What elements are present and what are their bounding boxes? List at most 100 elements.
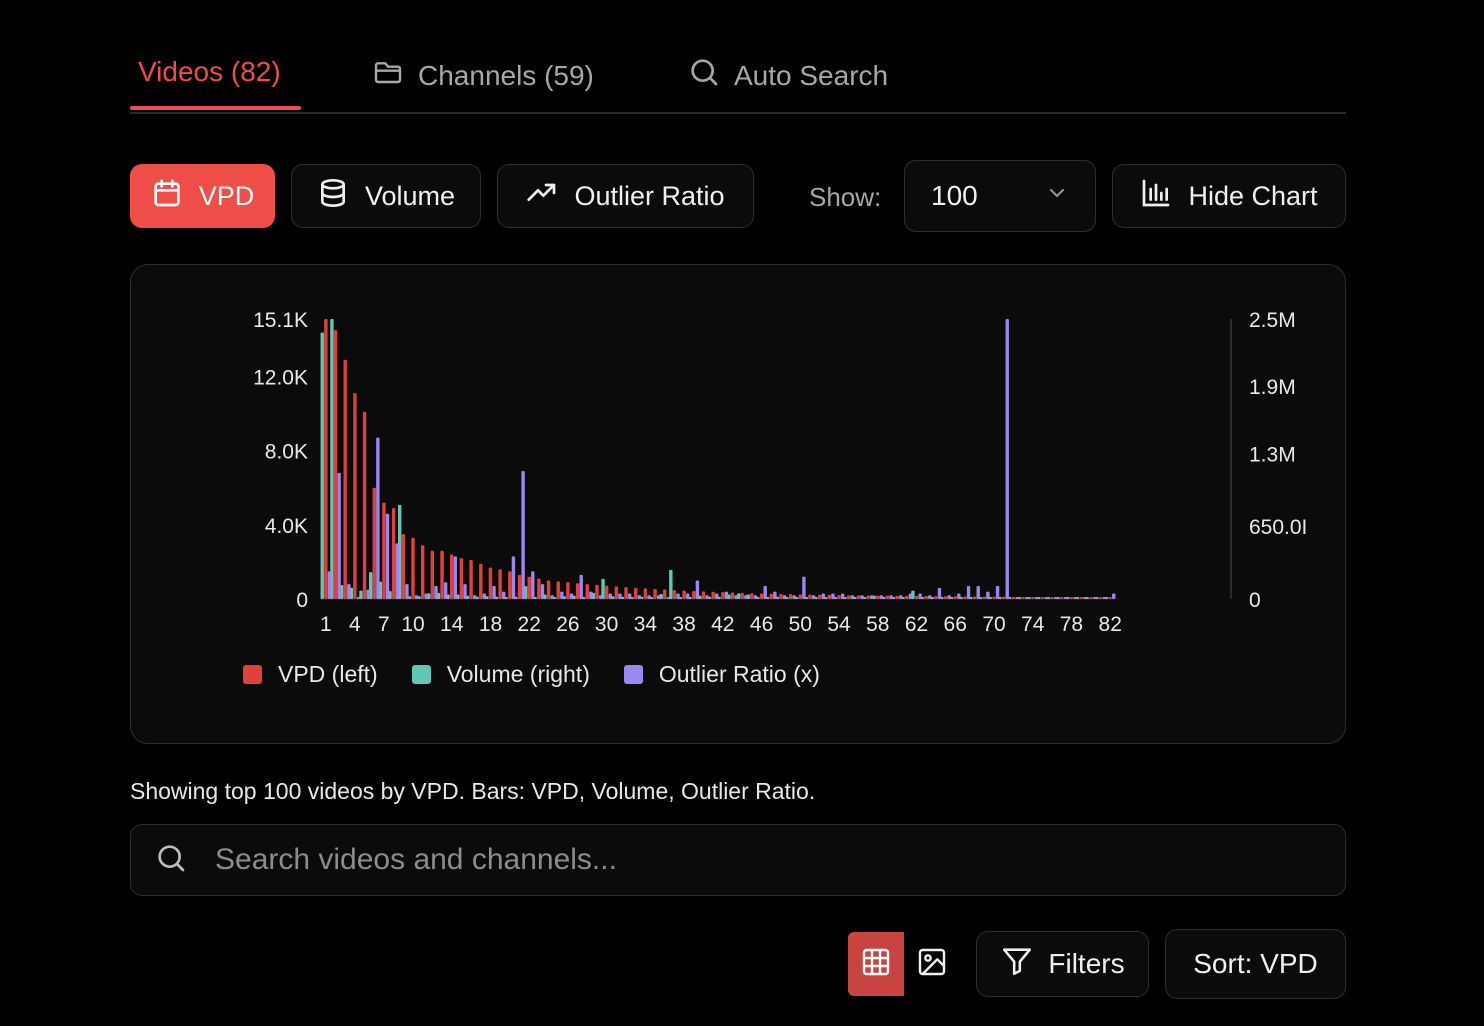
bar-outlier	[540, 584, 545, 599]
bar-outlier	[928, 595, 932, 599]
bar-vpd	[866, 595, 870, 599]
bar-outlier	[376, 437, 380, 599]
bar-volume	[320, 332, 324, 599]
chart-legend: VPD (left) Volume (right) Outlier Ratio …	[243, 661, 820, 688]
bar-outlier	[385, 513, 390, 599]
bar-vpd	[382, 502, 386, 599]
bar-vpd	[614, 586, 619, 599]
bar-outlier	[511, 556, 516, 599]
bar-vpd	[537, 578, 541, 599]
bar-outlier	[1044, 597, 1048, 599]
bar-vpd	[1040, 597, 1045, 599]
bar-vpd	[517, 574, 522, 599]
filters-button[interactable]: Filters	[976, 931, 1149, 997]
bar-vpd	[343, 359, 347, 599]
x-tick-label: 78	[1060, 613, 1083, 636]
bar-outlier	[715, 593, 719, 599]
bar-outlier	[579, 574, 583, 599]
x-tick-label: 74	[1021, 613, 1045, 636]
bar-vpd	[556, 581, 560, 599]
legend-item-outlier[interactable]: Outlier Ratio (x)	[623, 661, 820, 688]
chart-caption: Showing top 100 videos by VPD. Bars: VPD…	[130, 778, 816, 804]
bar-vpd	[1098, 597, 1103, 599]
view-toggle	[848, 932, 960, 996]
volume-button-label: Volume	[364, 180, 456, 211]
search-input[interactable]	[213, 842, 1345, 878]
bar-outlier	[995, 586, 1000, 599]
bar-outlier	[627, 593, 632, 599]
bar-outlier	[976, 586, 980, 599]
image-view-button[interactable]	[904, 932, 960, 996]
bar-vpd	[566, 582, 570, 599]
bar-vpd	[546, 580, 551, 599]
search-icon	[688, 56, 720, 95]
bar-outlier	[637, 595, 641, 599]
outlier-ratio-button[interactable]: Outlier Ratio	[497, 164, 754, 228]
tab-channels[interactable]: Channels (59)	[372, 56, 594, 95]
y-right-tick-label: 2.5M	[1249, 309, 1296, 332]
tab-bar: Videos (82) Channels (59) Auto Search	[130, 40, 1346, 114]
bar-outlier	[356, 597, 361, 599]
bar-vpd	[411, 537, 415, 599]
bar-vpd	[1021, 596, 1025, 599]
vpd-button-label: VPD	[198, 180, 255, 211]
bar-vpd	[1011, 596, 1016, 599]
bar-outlier	[463, 584, 467, 599]
bar-vpd	[469, 560, 473, 599]
grid-view-button[interactable]	[848, 932, 904, 996]
volume-button[interactable]: Volume	[291, 164, 481, 228]
legend-item-vpd[interactable]: VPD (left)	[243, 661, 378, 688]
bar-vpd	[440, 550, 444, 599]
bar-vpd	[788, 594, 793, 599]
bar-outlier	[986, 591, 990, 599]
sort-button[interactable]: Sort: VPD	[1165, 929, 1346, 999]
bar-vpd	[1079, 597, 1083, 599]
bar-vpd	[817, 594, 822, 599]
legend-item-volume[interactable]: Volume (right)	[411, 661, 590, 688]
bar-vpd	[798, 594, 802, 599]
database-icon	[317, 177, 349, 216]
bar-outlier	[957, 593, 961, 599]
tab-videos-label: Videos (82)	[138, 56, 281, 87]
bar-outlier	[724, 591, 729, 599]
bar-vpd	[643, 588, 648, 599]
bar-vpd	[653, 588, 657, 599]
bar-outlier	[966, 586, 971, 599]
legend-label-volume: Volume (right)	[446, 661, 590, 687]
bar-vpd	[1108, 597, 1112, 599]
bar-vpd	[508, 571, 512, 599]
x-tick-label: 4	[349, 613, 361, 636]
bar-vpd	[711, 591, 715, 599]
bar-vpd	[692, 591, 696, 599]
legend-swatch-outlier	[623, 665, 643, 684]
bar-outlier	[1092, 597, 1097, 599]
tab-auto-search[interactable]: Auto Search	[688, 56, 888, 95]
tab-videos[interactable]: Videos (82)	[138, 56, 281, 88]
y-left-tick-label: 4.0K	[265, 515, 308, 538]
y-left-tick-label: 8.0K	[265, 441, 308, 464]
search-box[interactable]	[130, 824, 1346, 896]
bar-outlier	[337, 472, 341, 599]
x-tick-label: 46	[750, 613, 773, 636]
bar-vpd	[876, 595, 880, 599]
sort-label: Sort: VPD	[1193, 948, 1318, 979]
vpd-button[interactable]: VPD	[130, 164, 275, 228]
bar-outlier	[918, 593, 922, 599]
y-right-tick-label: 1.3M	[1249, 443, 1296, 466]
bar-vpd	[575, 583, 580, 599]
trending-up-icon	[526, 177, 558, 216]
show-count-select[interactable]: 100	[904, 160, 1096, 232]
bar-outlier	[414, 595, 419, 599]
folder-icon	[372, 56, 404, 95]
bar-outlier	[502, 591, 506, 599]
bar-outlier	[889, 595, 893, 599]
hide-chart-button[interactable]: Hide Chart	[1112, 164, 1346, 228]
bar-vpd	[401, 534, 405, 599]
bar-vpd	[391, 508, 396, 599]
x-tick-label: 82	[1099, 613, 1122, 636]
bar-vpd	[333, 330, 338, 599]
x-tick-label: 1	[320, 613, 332, 636]
filters-label: Filters	[1048, 948, 1125, 979]
bar-vpd	[488, 567, 493, 599]
bar-vpd	[740, 592, 744, 599]
